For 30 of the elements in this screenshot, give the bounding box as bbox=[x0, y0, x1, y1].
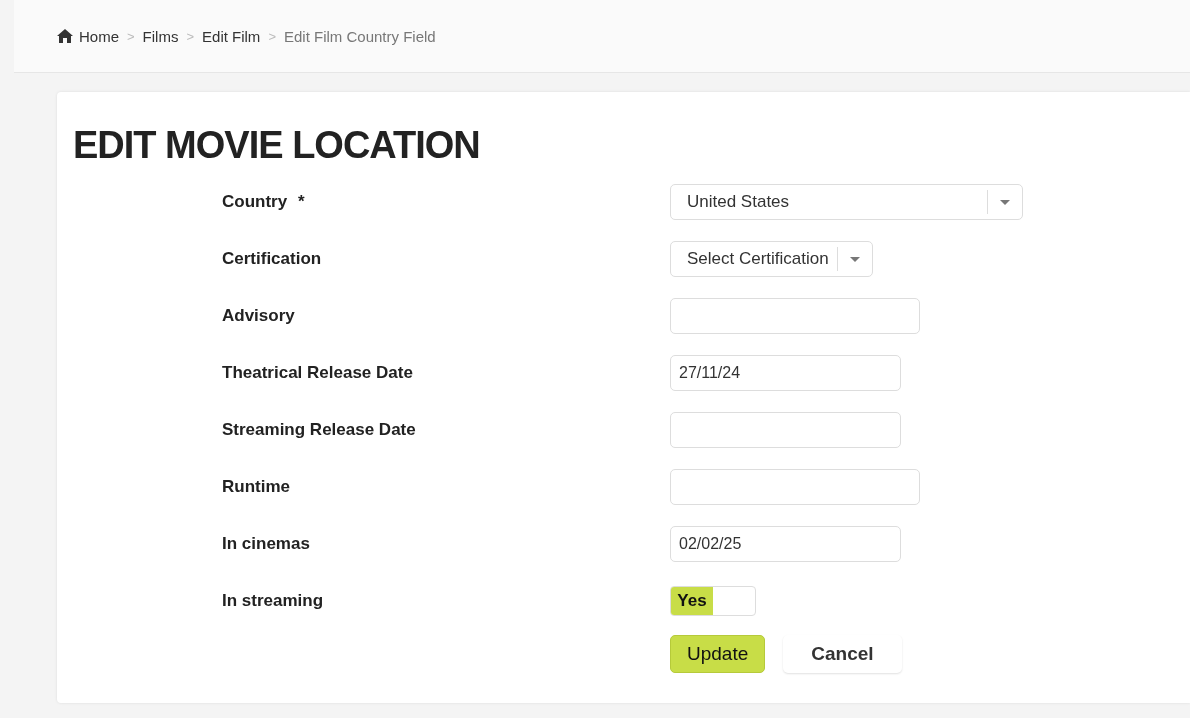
caret-icon bbox=[849, 256, 860, 262]
toggle-switch[interactable]: Yes bbox=[670, 586, 756, 616]
breadcrumb-link[interactable]: Home bbox=[79, 27, 119, 45]
home-icon bbox=[57, 29, 73, 43]
field-label: Certification bbox=[222, 249, 322, 268]
breadcrumb-link[interactable]: Films bbox=[142, 27, 179, 45]
breadcrumb-separator: > bbox=[268, 28, 276, 44]
field-label: Runtime bbox=[222, 477, 290, 496]
field-label: Streaming Release Date bbox=[222, 420, 416, 439]
field-label: In cinemas bbox=[222, 534, 310, 553]
input-field[interactable] bbox=[670, 469, 920, 505]
date-field[interactable] bbox=[670, 412, 901, 448]
field-label: Theatrical Release Date bbox=[222, 363, 413, 382]
select-field[interactable]: Select Certification bbox=[670, 241, 873, 277]
input-field[interactable] bbox=[670, 298, 920, 334]
breadcrumb-separator: > bbox=[186, 28, 195, 44]
cancel-button[interactable]: Cancel bbox=[783, 635, 902, 673]
page-title: EDIT MOVIE LOCATION bbox=[73, 124, 481, 167]
breadcrumb-link[interactable]: Edit Film Country Field bbox=[283, 27, 436, 45]
caret-icon bbox=[1000, 199, 1010, 205]
date-field[interactable]: 27/11/24 bbox=[670, 355, 901, 391]
field-label: Country bbox=[222, 192, 288, 211]
field-label: In streaming bbox=[222, 591, 324, 610]
select-field[interactable]: United States bbox=[670, 184, 1023, 220]
breadcrumb-link[interactable]: Edit Film bbox=[202, 27, 261, 45]
field-label: Advisory bbox=[222, 306, 295, 325]
date-field[interactable]: 02/02/25 bbox=[670, 526, 901, 562]
breadcrumb-separator: > bbox=[127, 28, 135, 44]
required-mark: * bbox=[297, 192, 305, 211]
update-button[interactable]: Update bbox=[670, 635, 766, 673]
